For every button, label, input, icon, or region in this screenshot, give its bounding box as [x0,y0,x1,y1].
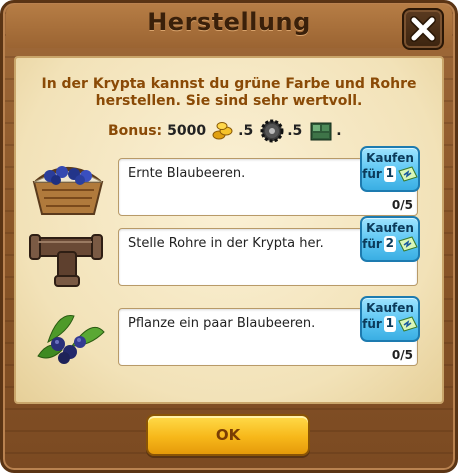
ticket-icon [398,236,418,252]
task-text: Ernte Blaubeeren. [128,166,246,181]
task-progress: 0/5 [391,348,413,362]
bonus-crate-count: . [336,123,342,139]
ticket-icon [398,316,418,332]
intro-text: In der Krypta kannst du grüne Farbe und … [41,76,417,109]
ok-button[interactable]: OK [146,414,310,456]
buy-button-label: Kaufen [366,221,414,235]
buy-price: für 2 [362,236,418,252]
buy-price: für 1 [362,166,418,182]
blueberry-plant-icon [37,315,105,364]
task-text: Stelle Rohre in der Krypta her. [128,236,324,251]
pipe-icon [29,234,103,287]
task-progress: 0/5 [391,198,413,212]
buy-cost: 2 [383,236,396,252]
bonus-amount: 5000 [167,123,207,139]
buy-prefix: für [362,167,382,181]
buy-cost: 1 [383,166,396,182]
buy-prefix: für [362,237,382,251]
bonus-gear-count: .5 [287,123,303,139]
bonus-row: Bonus: 5000 .5 .5 . [108,118,346,144]
buy-button[interactable]: Kaufen für 2 [360,216,420,262]
close-icon [410,16,436,42]
task-row: Pflanze ein paar Blaubeeren. 0/5 Kaufen … [28,296,430,370]
buy-price: für 1 [362,316,418,332]
buy-prefix: für [362,317,382,331]
bonus-label: Bonus: [108,123,163,139]
buy-cost: 1 [383,316,396,332]
blueberry-basket-icon [32,166,104,215]
buy-button-label: Kaufen [366,301,414,315]
task-row: Ernte Blaubeeren. 0/5 Kaufen für 1 [28,146,430,220]
task-text: Pflanze ein paar Blaubeeren. [128,316,316,331]
close-button[interactable] [402,8,444,50]
gold-coins-icon [212,122,233,140]
task-row: Stelle Rohre in der Krypta her. Kaufen f… [28,216,430,290]
ticket-icon [398,166,418,182]
gear-icon [260,119,284,143]
buy-button[interactable]: Kaufen für 1 [360,146,420,192]
buy-button[interactable]: Kaufen für 1 [360,296,420,342]
buy-button-label: Kaufen [366,151,414,165]
dialog-title: Herstellung [147,8,311,36]
crate-icon [310,122,332,141]
bonus-coins-count: .5 [238,123,254,139]
